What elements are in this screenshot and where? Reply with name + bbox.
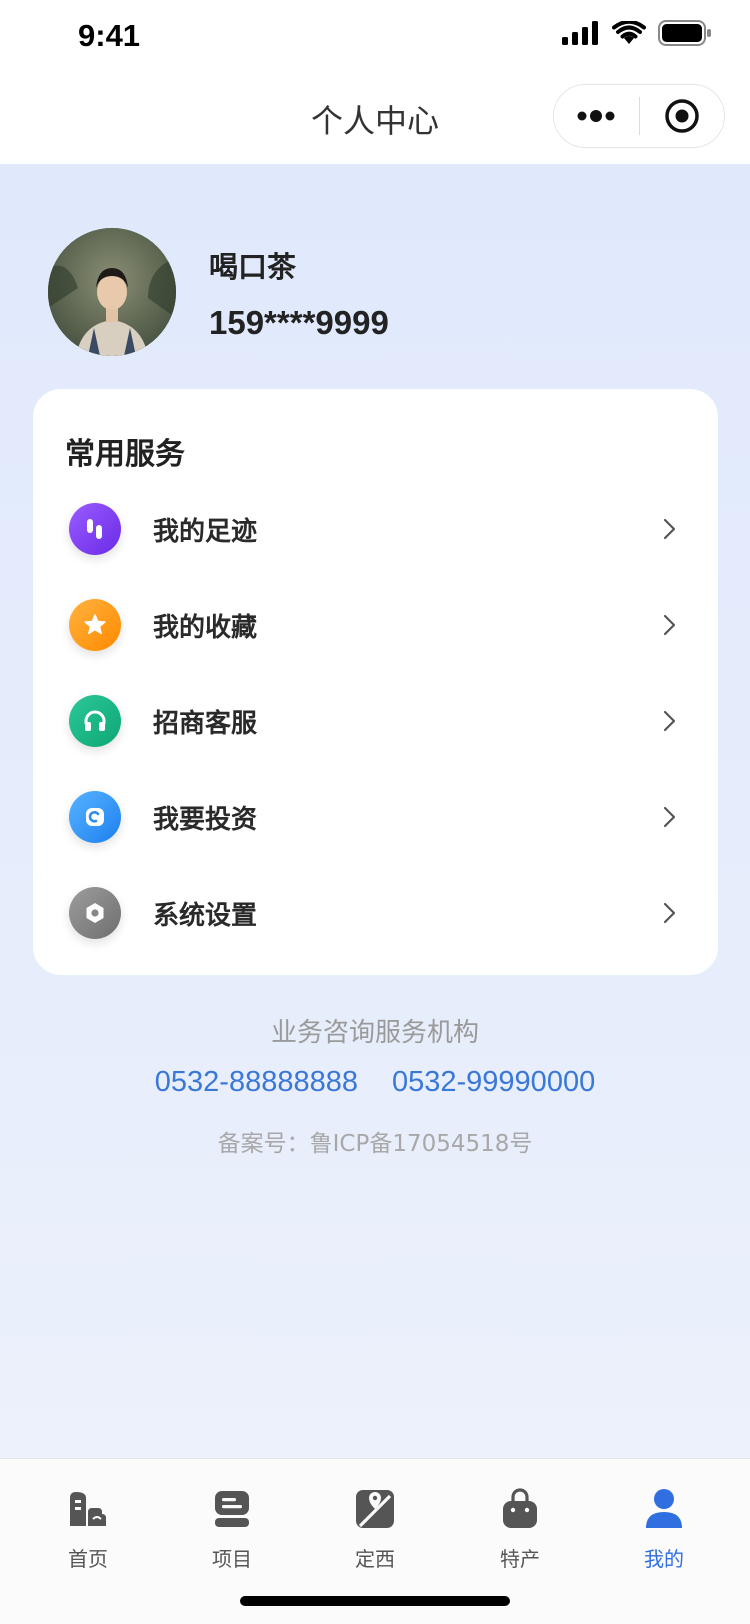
icp-record: 备案号：鲁ICP备17054518号 — [217, 1131, 533, 1157]
services-title: 常用服务 — [65, 437, 185, 472]
tab-label: 项目 — [212, 1547, 252, 1571]
headset-icon — [69, 695, 121, 747]
tab-specialties[interactable]: 特产 — [445, 1487, 595, 1587]
status-time: 9:41 — [78, 18, 141, 53]
tab-label: 特产 — [500, 1547, 540, 1571]
chevron-right-icon — [658, 613, 682, 637]
service-item-invest[interactable]: 我要投资 — [33, 769, 718, 865]
chevron-right-icon — [658, 709, 682, 733]
wifi-icon — [612, 21, 646, 44]
service-item-settings[interactable]: 系统设置 — [33, 865, 718, 961]
service-item-customer-service[interactable]: 招商客服 — [33, 673, 718, 769]
tab-dingxi[interactable]: 定西 — [300, 1487, 450, 1587]
star-icon — [69, 599, 121, 651]
footprint-icon — [69, 503, 121, 555]
consulting-title: 业务咨询服务机构 — [270, 1018, 479, 1048]
nav-bar: 个人中心 — [0, 70, 750, 164]
map-location-icon — [353, 1487, 397, 1531]
tab-projects[interactable]: 项目 — [157, 1487, 307, 1587]
signal-icon — [562, 21, 598, 45]
phone-link-1[interactable]: 0532-88888888 — [155, 1066, 358, 1099]
shopping-bag-icon — [498, 1487, 542, 1531]
service-item-footprint[interactable]: 我的足迹 — [33, 481, 718, 577]
services-card: 常用服务 我的足迹 我的收藏 招商客服 我要投资 系统设置 — [33, 389, 718, 975]
chevron-right-icon — [658, 517, 682, 541]
phone-link-2[interactable]: 0532-99990000 — [392, 1066, 595, 1099]
user-icon — [642, 1487, 686, 1531]
mini-program-capsule — [553, 84, 725, 148]
service-label: 我要投资 — [153, 804, 258, 835]
tab-label: 我的 — [644, 1547, 684, 1571]
service-label: 系统设置 — [153, 900, 258, 931]
status-icons — [562, 20, 712, 46]
more-button[interactable] — [554, 84, 639, 148]
status-bar: 9:41 — [0, 0, 750, 70]
avatar[interactable] — [48, 228, 176, 356]
tab-label: 定西 — [355, 1547, 395, 1571]
service-label: 我的足迹 — [153, 516, 258, 547]
settings-icon — [69, 887, 121, 939]
home-building-icon — [66, 1487, 110, 1531]
invest-icon — [69, 791, 121, 843]
profile-phone: 159****9999 — [209, 304, 389, 341]
tab-home[interactable]: 首页 — [13, 1487, 163, 1587]
more-dots-icon — [577, 110, 615, 122]
chevron-right-icon — [658, 901, 682, 925]
home-indicator — [240, 1596, 510, 1606]
service-label: 我的收藏 — [153, 612, 258, 643]
service-label: 招商客服 — [153, 708, 258, 739]
target-close-icon — [665, 99, 699, 133]
service-item-favorites[interactable]: 我的收藏 — [33, 577, 718, 673]
profile-name: 喝口茶 — [209, 250, 297, 284]
tab-label: 首页 — [68, 1547, 108, 1571]
chevron-right-icon — [658, 805, 682, 829]
consulting-phones: 0532-88888888 0532-99990000 — [0, 1066, 750, 1099]
battery-icon — [658, 20, 711, 46]
avatar-photo — [48, 228, 176, 356]
tab-mine[interactable]: 我的 — [589, 1487, 739, 1587]
project-list-icon — [210, 1487, 254, 1531]
close-miniprogram-button[interactable] — [640, 84, 725, 148]
